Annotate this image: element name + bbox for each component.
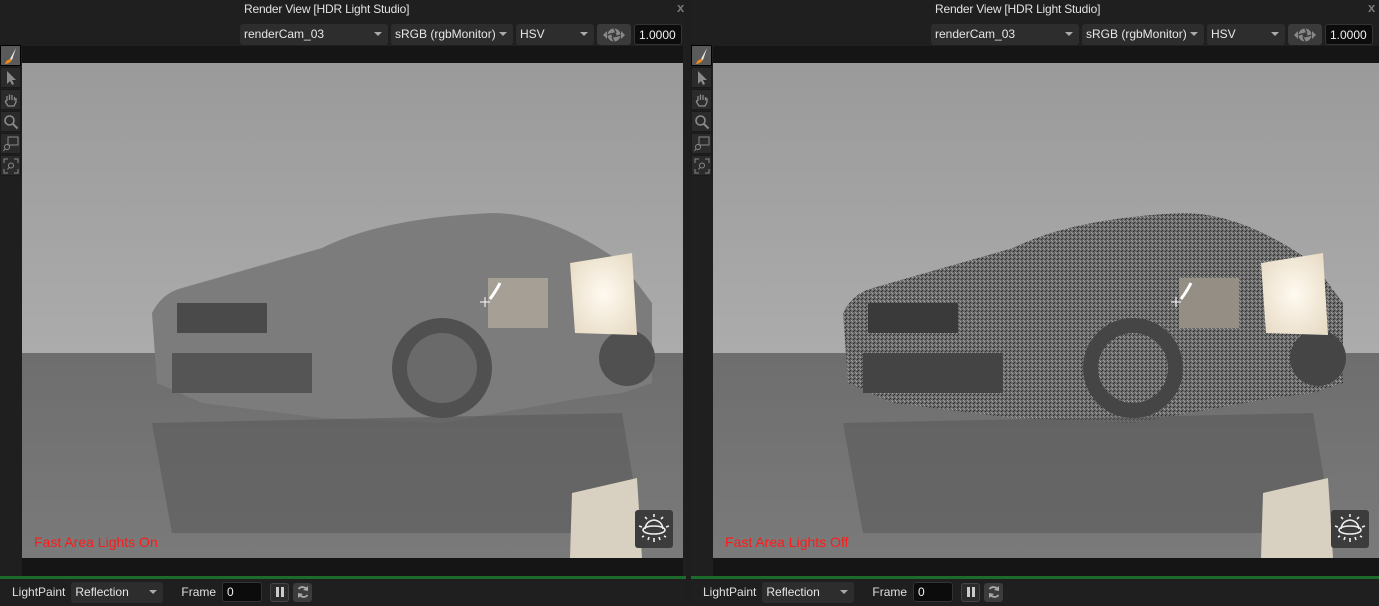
car-render bbox=[713, 63, 1379, 558]
chevron-down-icon bbox=[1065, 32, 1073, 36]
render-toolbar: renderCam_03 sRGB (rgbMonitor) HSV 1.000… bbox=[931, 24, 1373, 45]
refresh-icon bbox=[988, 586, 999, 598]
tool-select[interactable] bbox=[0, 67, 21, 88]
color-mode-value: HSV bbox=[520, 27, 545, 41]
panel-title: Render View [HDR Light Studio] bbox=[244, 2, 410, 16]
tool-zoom-region[interactable] bbox=[0, 133, 21, 154]
color-mode-value: HSV bbox=[1211, 27, 1236, 41]
render-image[interactable]: Fast Area Lights On bbox=[22, 63, 683, 558]
aperture-icon bbox=[603, 27, 625, 42]
bottom-bar: LightPaint Reflection Frame 0 bbox=[10, 580, 313, 604]
render-viewport[interactable]: Fast Area Lights Off bbox=[713, 46, 1379, 576]
aperture-icon bbox=[1294, 27, 1316, 42]
lightpaint-mode-dropdown[interactable]: Reflection bbox=[762, 581, 855, 603]
pause-button[interactable] bbox=[961, 582, 981, 602]
environment-light-button[interactable] bbox=[635, 510, 673, 548]
gain-input[interactable]: 1.0000 bbox=[634, 24, 682, 45]
render-viewport[interactable]: Fast Area Lights On bbox=[22, 46, 683, 576]
frame-label: Frame bbox=[872, 585, 908, 599]
pause-button[interactable] bbox=[270, 582, 290, 602]
close-button[interactable]: x bbox=[1368, 0, 1375, 15]
zoom-region-icon bbox=[2, 136, 18, 151]
frame-input[interactable]: 0 bbox=[913, 582, 954, 602]
color-space-dropdown[interactable]: sRGB (rgbMonitor) bbox=[391, 24, 513, 45]
tool-zoom-fit[interactable] bbox=[691, 155, 712, 176]
sun-dome-icon bbox=[638, 514, 670, 542]
environment-light-button[interactable] bbox=[1331, 510, 1369, 548]
car-render bbox=[22, 63, 683, 558]
lightpaint-brush-icon bbox=[4, 47, 16, 64]
zoom-region-icon bbox=[693, 136, 709, 151]
chevron-down-icon bbox=[580, 32, 588, 36]
bottom-bar: LightPaint Reflection Frame 0 bbox=[701, 580, 1004, 604]
pan-hand-icon bbox=[695, 94, 708, 107]
mode-value: Reflection bbox=[766, 584, 820, 599]
tool-zoom-fit[interactable] bbox=[0, 155, 21, 176]
chevron-down-icon bbox=[374, 32, 382, 36]
refresh-button[interactable] bbox=[984, 582, 1004, 602]
tool-select[interactable] bbox=[691, 67, 712, 88]
panel-title: Render View [HDR Light Studio] bbox=[935, 2, 1101, 16]
lightpaint-brush-icon bbox=[695, 47, 707, 64]
refresh-button[interactable] bbox=[293, 582, 313, 602]
camera-value: renderCam_03 bbox=[244, 27, 325, 41]
chevron-down-icon bbox=[840, 589, 849, 594]
color-mode-dropdown[interactable]: HSV bbox=[1207, 24, 1285, 45]
chevron-down-icon bbox=[1190, 32, 1198, 36]
color-mode-dropdown[interactable]: HSV bbox=[516, 24, 594, 45]
zoom-fit-icon bbox=[694, 158, 709, 173]
gain-input[interactable]: 1.0000 bbox=[1325, 24, 1373, 45]
chevron-down-icon bbox=[149, 589, 158, 594]
sun-dome-icon bbox=[1334, 514, 1366, 542]
frame-label: Frame bbox=[181, 585, 217, 599]
select-arrow-icon bbox=[697, 70, 707, 85]
refresh-icon bbox=[297, 586, 308, 598]
tool-lightpaint[interactable] bbox=[0, 45, 21, 66]
tool-zoom[interactable] bbox=[0, 111, 21, 132]
zoom-fit-icon bbox=[3, 158, 18, 173]
caption-label: Fast Area Lights On bbox=[34, 534, 158, 550]
color-space-value: sRGB (rgbMonitor) bbox=[1086, 27, 1187, 41]
tool-pan[interactable] bbox=[691, 89, 712, 110]
tool-strip bbox=[691, 45, 713, 176]
camera-value: renderCam_03 bbox=[935, 27, 1016, 41]
mode-value: Reflection bbox=[75, 584, 129, 599]
render-toolbar: renderCam_03 sRGB (rgbMonitor) HSV 1.000… bbox=[240, 24, 682, 45]
zoom-magnifier-icon bbox=[694, 114, 709, 129]
exposure-aperture-button[interactable] bbox=[1288, 24, 1322, 45]
tool-zoom[interactable] bbox=[691, 111, 712, 132]
close-button[interactable]: x bbox=[677, 0, 684, 15]
chevron-down-icon bbox=[1271, 32, 1279, 36]
render-image[interactable]: Fast Area Lights Off bbox=[713, 63, 1379, 558]
camera-dropdown[interactable]: renderCam_03 bbox=[240, 24, 388, 45]
mode-label: LightPaint bbox=[703, 585, 757, 599]
tool-strip bbox=[0, 45, 22, 176]
render-view-panel-left: Render View [HDR Light Studio] x renderC… bbox=[0, 0, 686, 606]
tool-pan[interactable] bbox=[0, 89, 21, 110]
pause-icon bbox=[275, 587, 284, 597]
pan-hand-icon bbox=[4, 94, 17, 107]
pause-icon bbox=[966, 587, 975, 597]
chevron-down-icon bbox=[499, 32, 507, 36]
color-space-value: sRGB (rgbMonitor) bbox=[395, 27, 496, 41]
color-space-dropdown[interactable]: sRGB (rgbMonitor) bbox=[1082, 24, 1204, 45]
frame-input[interactable]: 0 bbox=[222, 582, 263, 602]
tool-lightpaint[interactable] bbox=[691, 45, 712, 66]
zoom-magnifier-icon bbox=[3, 114, 18, 129]
lightpaint-mode-dropdown[interactable]: Reflection bbox=[71, 581, 164, 603]
tool-zoom-region[interactable] bbox=[691, 133, 712, 154]
render-view-panel-right: Render View [HDR Light Studio] x renderC… bbox=[691, 0, 1379, 606]
exposure-aperture-button[interactable] bbox=[597, 24, 631, 45]
status-divider bbox=[0, 576, 686, 579]
select-arrow-icon bbox=[6, 70, 16, 85]
mode-label: LightPaint bbox=[12, 585, 66, 599]
camera-dropdown[interactable]: renderCam_03 bbox=[931, 24, 1079, 45]
caption-label: Fast Area Lights Off bbox=[725, 534, 849, 550]
status-divider bbox=[691, 576, 1379, 579]
